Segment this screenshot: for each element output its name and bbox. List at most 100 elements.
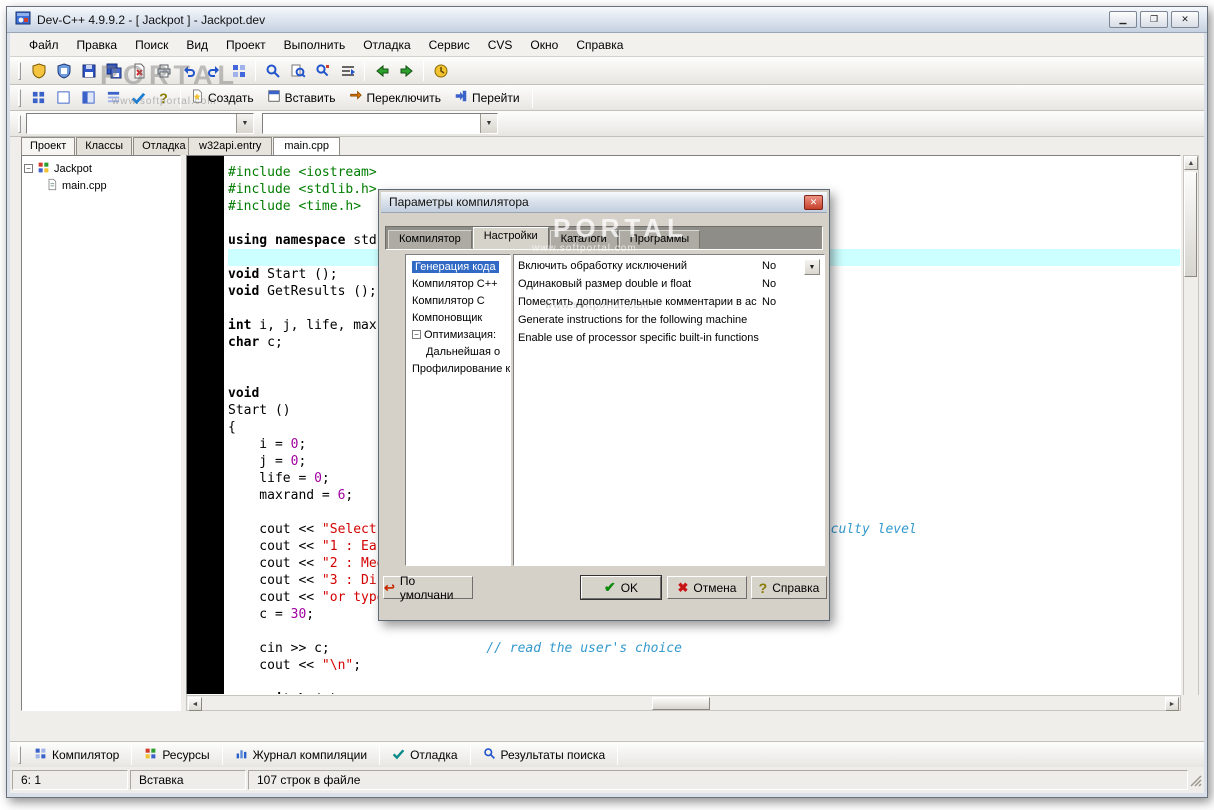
menu-item-view[interactable]: Вид bbox=[177, 34, 217, 56]
scroll-right-icon[interactable]: ► bbox=[1165, 697, 1179, 711]
editor-tab-main-cpp[interactable]: main.cpp bbox=[273, 137, 341, 155]
horizontal-scrollbar[interactable]: ◄ ► bbox=[186, 695, 1181, 711]
cancel-button[interactable]: ✖ Отмена bbox=[667, 576, 747, 599]
profile-button[interactable] bbox=[428, 59, 453, 82]
dialog-tab-directories[interactable]: Каталоги bbox=[549, 230, 618, 249]
tree-item-linker[interactable]: Компоновщик bbox=[406, 309, 510, 326]
toolbar-gripper[interactable] bbox=[18, 88, 21, 107]
print-button[interactable] bbox=[151, 59, 176, 82]
sidebar-tabs: Проект Классы Отладка bbox=[21, 137, 196, 155]
report-tab-debug[interactable]: Отладка bbox=[384, 744, 465, 766]
class-browser-combobox[interactable]: ▼ bbox=[262, 113, 498, 134]
menu-item-debug[interactable]: Отладка bbox=[354, 34, 419, 56]
menu-item-edit[interactable]: Правка bbox=[68, 34, 127, 56]
setting-row-asm-comments[interactable]: Поместить дополнительные комментарии в а… bbox=[514, 293, 824, 311]
menu-item-search[interactable]: Поиск bbox=[126, 34, 177, 56]
new-project-button[interactable] bbox=[26, 59, 51, 82]
scroll-up-icon[interactable]: ▲ bbox=[1184, 156, 1198, 170]
goto-line-button[interactable] bbox=[335, 59, 360, 82]
save-button[interactable] bbox=[76, 59, 101, 82]
setting-combo-arrow-icon[interactable]: ▼ bbox=[804, 259, 820, 275]
default-button[interactable]: ↩ По умолчани bbox=[383, 574, 473, 602]
dialog-tab-programs[interactable]: Программы bbox=[618, 230, 701, 249]
forward-button[interactable] bbox=[394, 59, 419, 82]
toolbar-gripper[interactable] bbox=[18, 745, 21, 764]
menu-item-file[interactable]: Файл bbox=[20, 34, 68, 56]
menu-item-project[interactable]: Проект bbox=[217, 34, 275, 56]
bookmark-goto-button[interactable]: Перейти bbox=[449, 87, 528, 109]
compiler-combobox[interactable]: ▼ bbox=[26, 113, 254, 134]
project-tree-file[interactable]: main.cpp bbox=[24, 177, 178, 194]
vertical-scroll-thumb[interactable] bbox=[1184, 172, 1197, 277]
setting-row-builtin-functions[interactable]: Enable use of processor specific built-i… bbox=[514, 329, 824, 347]
vertical-scrollbar[interactable]: ▲ ▼ bbox=[1183, 155, 1199, 711]
view-split-button[interactable] bbox=[76, 86, 101, 109]
report-tab-resources[interactable]: Ресурсы bbox=[136, 744, 217, 766]
dialog-tab-compiler[interactable]: Компилятор bbox=[388, 230, 472, 249]
setting-row-exceptions[interactable]: Включить обработку исключений No bbox=[514, 257, 824, 275]
resize-grip[interactable] bbox=[1189, 774, 1202, 790]
close-file-button[interactable] bbox=[126, 59, 151, 82]
syntax-check-button[interactable] bbox=[126, 86, 151, 109]
toolbar-separator bbox=[221, 744, 223, 765]
toolbar-separator bbox=[364, 60, 365, 81]
sidebar-tab-classes[interactable]: Классы bbox=[76, 137, 133, 155]
sidebar-tab-project[interactable]: Проект bbox=[21, 137, 76, 155]
collapse-icon[interactable]: − bbox=[24, 164, 33, 173]
menu-item-help[interactable]: Справка bbox=[567, 34, 632, 56]
toolbar-gripper[interactable] bbox=[18, 61, 21, 80]
tree-item-further-optimization[interactable]: Дальнейшая о bbox=[406, 343, 510, 360]
bookmark-switch-button[interactable]: Переключить bbox=[343, 87, 448, 109]
dialog-close-button[interactable]: ✕ bbox=[804, 194, 823, 210]
chevron-down-icon[interactable]: ▼ bbox=[236, 114, 253, 133]
tree-item-optimization[interactable]: − Оптимизация: bbox=[406, 326, 510, 343]
menu-item-execute[interactable]: Выполнить bbox=[275, 34, 355, 56]
setting-value[interactable]: No bbox=[762, 296, 798, 308]
scroll-left-icon[interactable]: ◄ bbox=[188, 697, 202, 711]
open-project-button[interactable] bbox=[51, 59, 76, 82]
redo-button[interactable] bbox=[201, 59, 226, 82]
menu-item-window[interactable]: Окно bbox=[521, 34, 567, 56]
tree-item-cpp-compiler[interactable]: Компилятор C++ bbox=[406, 275, 510, 292]
compile-button[interactable] bbox=[226, 59, 251, 82]
help-button[interactable]: ? bbox=[151, 86, 176, 109]
find-button[interactable] bbox=[260, 59, 285, 82]
project-tree-file-label: main.cpp bbox=[62, 179, 107, 192]
replace-button[interactable] bbox=[310, 59, 335, 82]
tree-item-c-compiler[interactable]: Компилятор C bbox=[406, 292, 510, 309]
help-dialog-button[interactable]: ? Справка bbox=[751, 576, 827, 599]
bookmark-create-button[interactable]: Создать bbox=[185, 87, 262, 109]
tree-item-profiling[interactable]: Профилирование к bbox=[406, 360, 510, 377]
minimize-button[interactable]: ▁ bbox=[1109, 11, 1137, 28]
toolbar-gripper[interactable] bbox=[18, 114, 21, 133]
editor-tab-w32api[interactable]: w32api.entry bbox=[188, 137, 273, 155]
bookmark-insert-button[interactable]: Вставить bbox=[262, 87, 344, 109]
collapse-icon[interactable]: − bbox=[412, 330, 421, 339]
view-panel-button[interactable] bbox=[51, 86, 76, 109]
find-in-files-button[interactable] bbox=[285, 59, 310, 82]
project-tree-root[interactable]: − Jackpot bbox=[24, 160, 178, 177]
setting-row-double-float[interactable]: Одинаковый размер double и float No bbox=[514, 275, 824, 293]
back-button[interactable] bbox=[369, 59, 394, 82]
save-all-button[interactable] bbox=[101, 59, 126, 82]
setting-value[interactable]: No bbox=[762, 260, 798, 272]
chevron-down-icon[interactable]: ▼ bbox=[480, 114, 497, 133]
tree-item-code-generation[interactable]: Генерация кода bbox=[406, 258, 510, 275]
restore-button[interactable]: ❐ bbox=[1140, 11, 1168, 28]
menu-item-tools[interactable]: Сервис bbox=[420, 34, 479, 56]
close-button[interactable]: ✕ bbox=[1171, 11, 1199, 28]
search-icon bbox=[483, 747, 496, 763]
report-tab-compile-log[interactable]: Журнал компиляции bbox=[227, 744, 375, 766]
ok-button[interactable]: ✔ OK bbox=[580, 575, 662, 600]
dialog-tab-settings[interactable]: Настройки bbox=[472, 227, 549, 249]
report-tab-compiler[interactable]: Компилятор bbox=[26, 744, 127, 766]
setting-row-machine-instructions[interactable]: Generate instructions for the following … bbox=[514, 311, 824, 329]
menu-item-cvs[interactable]: CVS bbox=[479, 34, 522, 56]
undo-button[interactable] bbox=[176, 59, 201, 82]
setting-value[interactable]: No bbox=[762, 278, 798, 290]
view-report-button[interactable] bbox=[101, 86, 126, 109]
report-tab-search-results[interactable]: Результаты поиска bbox=[475, 744, 614, 766]
view-grid-button[interactable] bbox=[26, 86, 51, 109]
horizontal-scroll-thumb[interactable] bbox=[652, 697, 710, 710]
